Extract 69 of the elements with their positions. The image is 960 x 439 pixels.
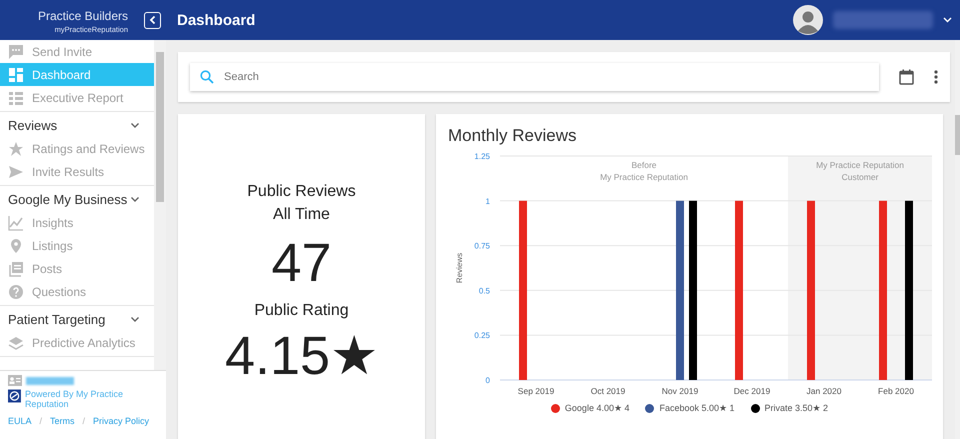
grid-list-icon: [8, 90, 24, 106]
sidebar-item[interactable]: Dashboard: [0, 63, 154, 86]
sidebar-item[interactable]: Send Invite: [0, 40, 154, 63]
summary-heading: Public Reviews All Time: [247, 182, 356, 225]
chevron-icon: [130, 122, 140, 129]
y-axis-tick: 1.25: [474, 152, 490, 161]
rating-label: Public Rating: [254, 302, 349, 320]
sidebar-section-header[interactable]: Google My Business: [0, 186, 154, 211]
document-icon: [8, 260, 24, 276]
legend-label[interactable]: Private 3.50★ 2: [764, 403, 828, 413]
x-axis-label: Jan 2020: [806, 386, 842, 396]
chevron-left-icon: [148, 15, 158, 25]
page-title: Dashboard: [177, 12, 256, 28]
contact-card-icon: [8, 375, 22, 386]
sidebar-item[interactable]: Executive Report: [0, 86, 154, 109]
chevron-icon: [130, 316, 140, 323]
legend-label[interactable]: Facebook 5.00★ 1: [659, 403, 735, 413]
sidebar-item[interactable]: Ratings and Reviews: [0, 137, 154, 160]
star-icon: [8, 140, 24, 156]
sidebar-item[interactable]: Listings: [0, 234, 154, 257]
sidebar-item[interactable]: Insights: [0, 211, 154, 234]
more-options-icon[interactable]: [934, 70, 938, 84]
x-axis-label: Oct 2019: [590, 386, 626, 396]
y-axis-tick: 1: [486, 196, 490, 206]
link-separator: /: [40, 416, 42, 426]
logo-icon: [8, 389, 21, 403]
question-icon: [8, 284, 24, 300]
y-axis-tick: 0: [486, 376, 490, 385]
send-icon: [8, 164, 24, 180]
footer-link[interactable]: Privacy Policy: [93, 416, 150, 426]
chart-annotation: My Practice Reputation Customer: [816, 160, 904, 182]
scrollbar[interactable]: [154, 40, 166, 370]
collapse-sidebar-button[interactable]: [144, 12, 161, 28]
chat-icon: [8, 44, 24, 60]
sidebar-section-header[interactable]: Reviews: [0, 112, 154, 137]
chart-annotation: Before My Practice Reputation: [600, 160, 688, 182]
chevron-icon: [130, 196, 140, 203]
powered-by-link[interactable]: Powered By My Practice Reputation: [24, 389, 158, 409]
y-axis-tick: 0.25: [474, 331, 490, 340]
footer-link[interactable]: EULA: [8, 416, 32, 426]
phone-number-blurred: [26, 377, 74, 385]
calendar-icon[interactable]: [899, 69, 914, 85]
x-axis-label: Nov 2019: [662, 386, 698, 396]
x-axis-label: Sep 2019: [518, 386, 554, 396]
sidebar-item[interactable]: Predictive Analytics: [0, 331, 154, 354]
search-icon: [200, 70, 214, 84]
avatar-icon[interactable]: [793, 5, 823, 35]
footer-link[interactable]: Terms: [50, 416, 75, 426]
legend-label[interactable]: Google 4.00★ 4: [564, 403, 630, 413]
rating-value: 4.15★: [224, 325, 378, 387]
y-axis-tick: 0.75: [474, 242, 490, 251]
line-chart-icon: [8, 214, 24, 230]
dashboard-icon: [8, 66, 24, 82]
link-separator: /: [82, 416, 86, 426]
search-field[interactable]: Search: [190, 63, 879, 91]
review-count: 47: [271, 232, 332, 294]
sidebar-section-header[interactable]: Patient Targeting: [0, 306, 154, 331]
chevron-down-icon[interactable]: [943, 17, 952, 23]
x-axis-label: Feb 2020: [878, 386, 914, 396]
logo-text: Practice Builders: [38, 8, 128, 22]
layers-icon: [8, 334, 24, 350]
x-axis-label: Dec 2019: [734, 386, 770, 396]
chart-title: Monthly Reviews: [447, 125, 578, 147]
y-axis-tick: 0.5: [478, 286, 490, 296]
y-axis-label: Reviews: [455, 252, 464, 284]
sidebar-item[interactable]: Posts: [0, 257, 154, 280]
sidebar-item[interactable]: Invite Results: [0, 160, 154, 183]
sidebar-item[interactable]: Questions: [0, 280, 154, 303]
location-pin-icon: [8, 238, 24, 254]
